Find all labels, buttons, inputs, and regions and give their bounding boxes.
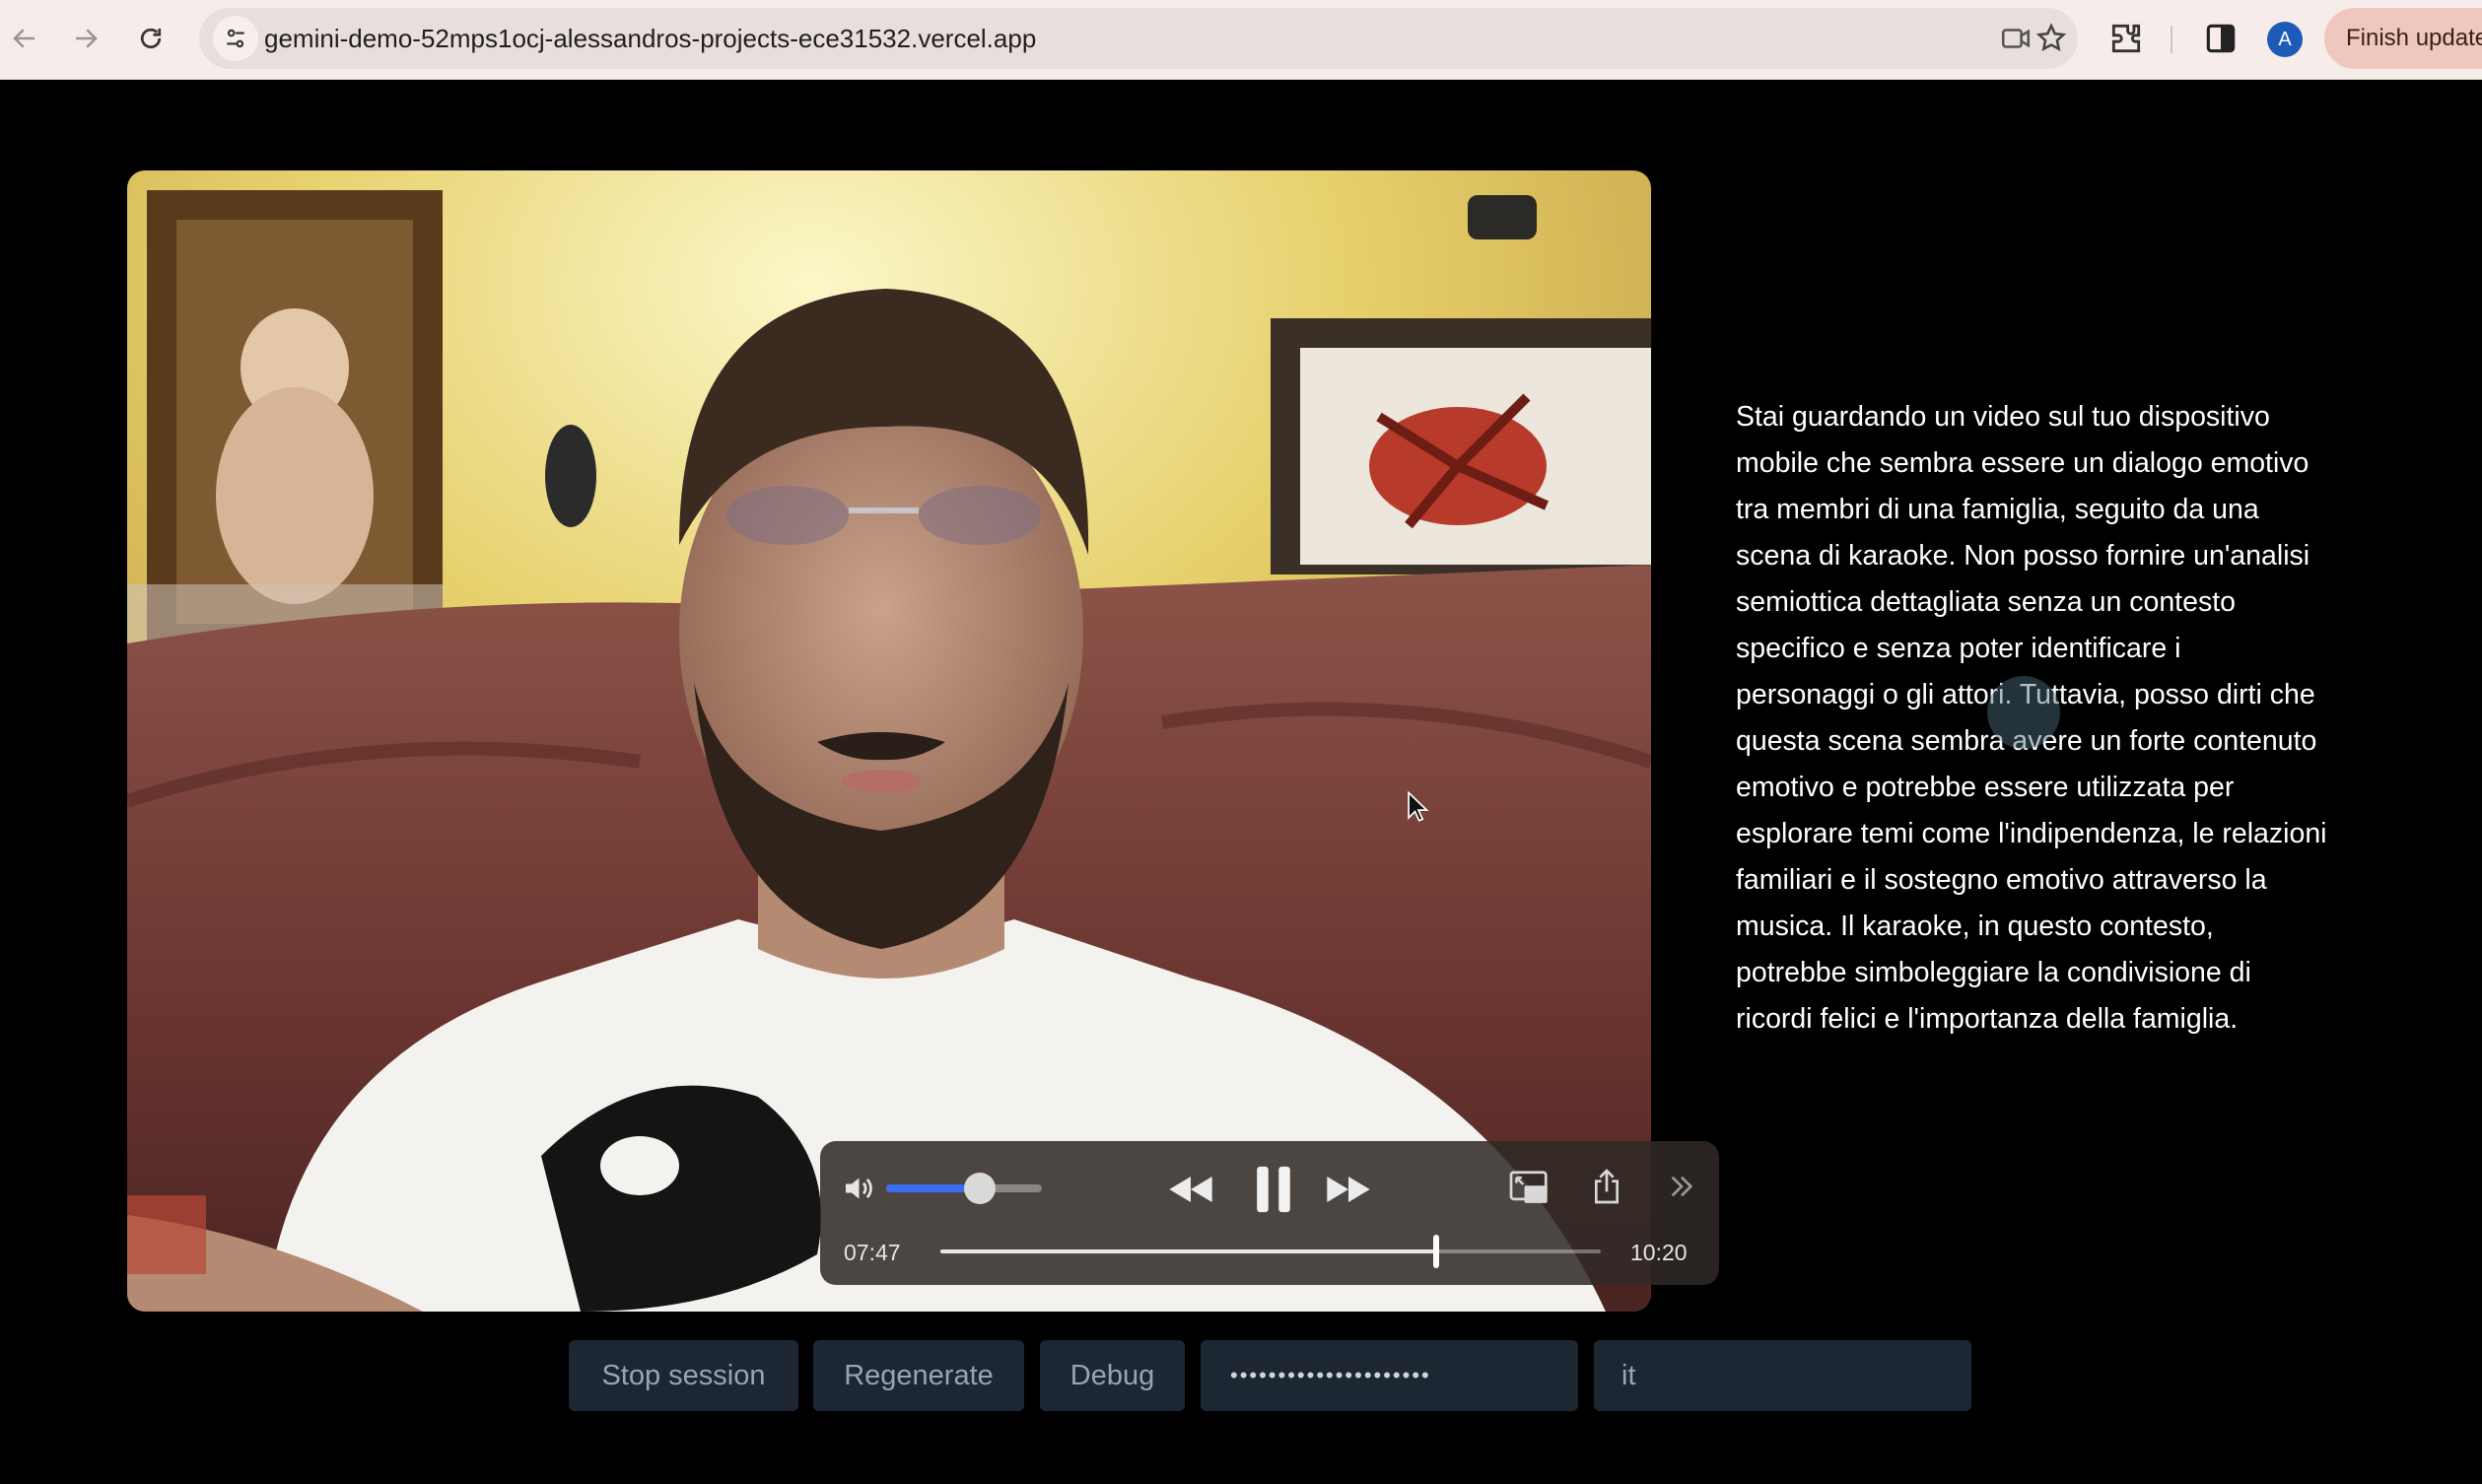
more-controls-button[interactable]	[1662, 1167, 1701, 1206]
debug-button[interactable]: Debug	[1040, 1340, 1185, 1411]
volume-icon[interactable]	[838, 1169, 877, 1208]
url-text[interactable]: gemini-demo-52mps1ocj-alessandros-projec…	[264, 8, 1036, 69]
language-field[interactable]: it	[1594, 1340, 1971, 1411]
rewind-button[interactable]	[1163, 1165, 1218, 1214]
mouse-pointer-icon	[1407, 790, 1430, 830]
current-time: 07:47	[844, 1240, 901, 1265]
reload-button[interactable]	[128, 16, 173, 61]
rewind-icon	[1169, 1177, 1212, 1202]
browser-toolbar: gemini-demo-52mps1ocj-alessandros-projec…	[0, 0, 2482, 80]
arrow-left-icon	[13, 29, 34, 48]
site-info-button[interactable]	[213, 16, 258, 61]
finish-update-button[interactable]: Finish update	[2324, 8, 2482, 69]
duration: 10:20	[1630, 1240, 1688, 1265]
share-button[interactable]	[1587, 1163, 1626, 1210]
forward-button[interactable]	[63, 16, 108, 61]
tune-icon	[227, 29, 244, 48]
pause-icon	[1257, 1166, 1290, 1213]
share-icon	[1595, 1169, 1619, 1204]
picture-in-picture-button[interactable]	[1506, 1167, 1553, 1210]
regenerate-button[interactable]: Regenerate	[813, 1340, 1024, 1411]
player-controls: 07:47 10:20	[820, 1141, 1719, 1285]
bookmark-star-icon[interactable]	[2034, 22, 2068, 55]
click-highlight	[1987, 676, 2060, 749]
arrow-right-icon	[76, 29, 98, 48]
camera-icon[interactable]	[1999, 22, 2033, 55]
api-key-field[interactable]: •••••••••••••••••••••	[1201, 1340, 1578, 1411]
progress-bar[interactable]	[940, 1235, 1601, 1268]
stop-session-button[interactable]: Stop session	[569, 1340, 798, 1411]
fast-forward-icon	[1327, 1177, 1370, 1202]
pause-button[interactable]	[1244, 1157, 1303, 1222]
progress-fill	[940, 1249, 1436, 1253]
address-bar[interactable]: gemini-demo-52mps1ocj-alessandros-projec…	[199, 8, 2078, 69]
profile-avatar[interactable]: A	[2267, 22, 2303, 57]
side-panel-icon[interactable]	[2202, 20, 2240, 57]
volume-knob[interactable]	[963, 1173, 996, 1204]
fast-forward-button[interactable]	[1321, 1165, 1376, 1214]
extensions-icon[interactable]	[2107, 20, 2145, 57]
chevron-double-right-icon	[1671, 1176, 1693, 1197]
back-button[interactable]	[2, 16, 47, 61]
progress-handle[interactable]	[1432, 1235, 1439, 1268]
toolbar-separator	[2171, 26, 2172, 53]
reload-icon	[140, 28, 162, 49]
picture-in-picture-icon	[1509, 1171, 1548, 1203]
volume-slider[interactable]	[886, 1173, 1042, 1204]
